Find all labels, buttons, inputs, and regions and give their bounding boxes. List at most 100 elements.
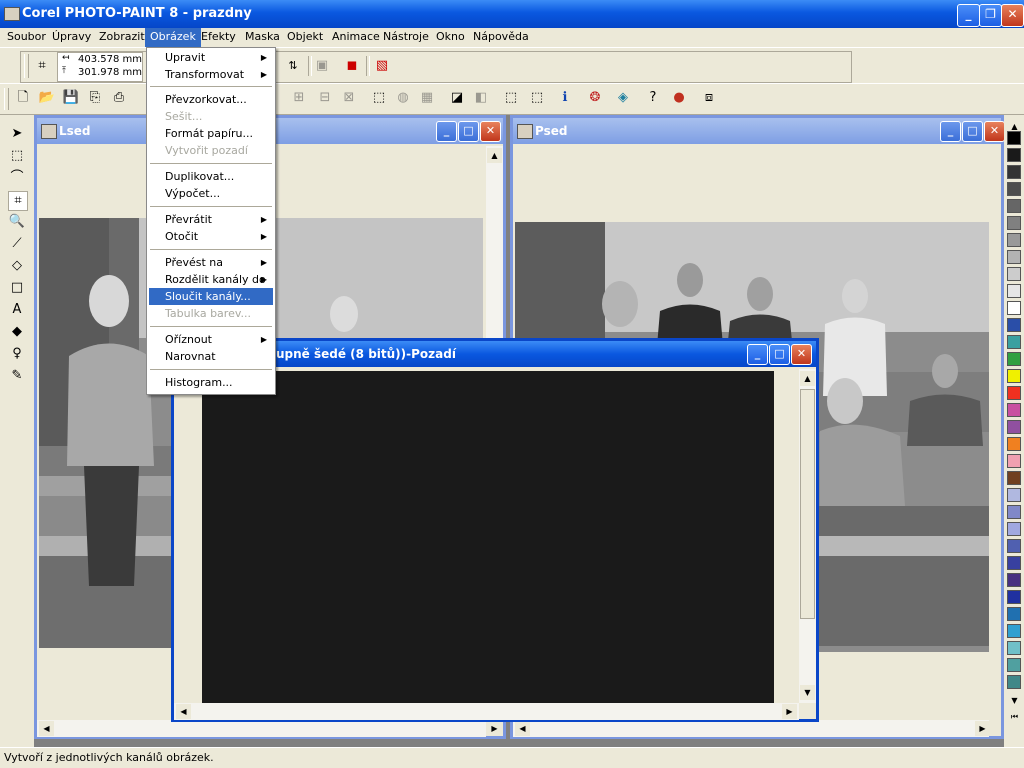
active-vscroll-thumb[interactable] [800, 389, 815, 619]
combine-icon[interactable]: ⊠ [340, 89, 358, 107]
menu-objekt[interactable]: Objekt [282, 28, 328, 47]
text-icon[interactable]: A [8, 301, 26, 319]
active-hscroll[interactable]: ◀ ▶ [174, 703, 799, 720]
swatch-orange[interactable] [1007, 437, 1021, 451]
menu-item-transformovat[interactable]: Transformovat ▶ [149, 66, 273, 83]
swatch-gray-60[interactable] [1007, 199, 1021, 213]
swatch-indigo[interactable] [1007, 539, 1021, 553]
active-maximize-button[interactable]: □ [769, 344, 790, 365]
swatch-blue[interactable] [1007, 318, 1021, 332]
menu-okno[interactable]: Okno [431, 28, 470, 47]
restore-button[interactable]: ❐ [979, 4, 1002, 27]
show-objects-icon[interactable]: ⬚ [528, 89, 546, 107]
swatch-gray-20[interactable] [1007, 267, 1021, 281]
psed-minimize-button[interactable]: _ [940, 121, 961, 142]
swatch-magenta[interactable] [1007, 403, 1021, 417]
mask-remove-icon[interactable]: ▦ [418, 89, 436, 107]
menu-item-upravit[interactable]: Upravit ▶ [149, 49, 273, 66]
eyedropper-icon[interactable]: ⟋ [8, 235, 26, 253]
new-icon[interactable]: 🗋 [14, 89, 32, 107]
active-close-button[interactable]: ✕ [791, 344, 812, 365]
swatch-sky[interactable] [1007, 624, 1021, 638]
scanner-icon[interactable]: ◈ [614, 89, 632, 107]
lasso-icon[interactable]: ⌒ [8, 169, 26, 187]
menu-efekty[interactable]: Efekty [196, 28, 241, 47]
menu-napoveda[interactable]: Nápověda [468, 28, 534, 47]
menu-item-prevest-na[interactable]: Převést na ▶ [149, 254, 273, 271]
crop-icon[interactable]: ⌗ [33, 57, 51, 75]
pick-icon[interactable]: ➤ [8, 125, 26, 143]
swatch-aqua[interactable] [1007, 641, 1021, 655]
psed-maximize-button[interactable]: □ [962, 121, 983, 142]
swatch-gray-80[interactable] [1007, 165, 1021, 179]
swatch-pink[interactable] [1007, 454, 1021, 468]
menu-upravy[interactable]: Úpravy [47, 28, 96, 47]
swatch-black[interactable] [1007, 131, 1021, 145]
rect-mask-icon[interactable]: ⬚ [8, 147, 26, 165]
swatch-teal[interactable] [1007, 335, 1021, 349]
menu-nastroje[interactable]: Nástroje [378, 28, 434, 47]
active-canvas-area[interactable] [176, 369, 798, 703]
palette-end-icon[interactable]: ⏮ [1007, 709, 1022, 724]
fullscreen-icon[interactable]: ⧈ [700, 89, 718, 107]
swatch-red[interactable] [1007, 386, 1021, 400]
swatch-steel-blue[interactable] [1007, 607, 1021, 621]
swatch-light-blue[interactable] [1007, 522, 1021, 536]
lsed-hscroll[interactable]: ◀ ▶ [37, 720, 502, 737]
help-icon[interactable]: ? [644, 89, 662, 107]
active-vscroll[interactable]: ▲ ▼ [799, 369, 816, 703]
swatch-gray-50[interactable] [1007, 216, 1021, 230]
print-icon[interactable]: ⎙ [110, 89, 128, 107]
align-icon[interactable]: ⇅ [284, 57, 302, 75]
open-icon[interactable]: 📂 [38, 89, 56, 107]
close-button[interactable]: ✕ [1001, 4, 1024, 27]
menu-item-duplikovat[interactable]: Duplikovat... [149, 168, 273, 185]
active-minimize-button[interactable]: _ [747, 344, 768, 365]
zoom-icon[interactable]: 🔍 [8, 213, 26, 231]
swatch-sea[interactable] [1007, 658, 1021, 672]
lsed-maximize-button[interactable]: □ [458, 121, 479, 142]
mask-invert-icon[interactable]: ◍ [394, 89, 412, 107]
minimize-button[interactable]: _ [957, 4, 980, 27]
crop-tool-icon[interactable]: ⌗ [8, 191, 28, 211]
menu-item-prevratit[interactable]: Převrátit ▶ [149, 211, 273, 228]
psed-titlebar[interactable]: Psed _ □ ✕ [513, 118, 1005, 144]
mask-rect-icon[interactable]: ⬚ [370, 89, 388, 107]
palette-down-arrow[interactable]: ▼ [1007, 693, 1022, 708]
info-icon[interactable]: ℹ [556, 89, 574, 107]
swatch-brown[interactable] [1007, 471, 1021, 485]
menu-obrazek[interactable]: Obrázek [145, 28, 201, 47]
save-all-icon[interactable]: ⎘ [86, 89, 104, 107]
swatch-gray-10[interactable] [1007, 284, 1021, 298]
window-active-channel[interactable]: upně šedé (8 bitů))-Pozadí _ □ ✕ ▲ ▼ ◀ ▶ [171, 338, 819, 722]
menu-item-histogram[interactable]: Histogram... [149, 374, 273, 391]
brush-icon[interactable]: ♀ [8, 345, 26, 363]
clone-icon[interactable]: ✎ [8, 367, 26, 385]
swatch-yellow[interactable] [1007, 369, 1021, 383]
swatch-gray-90[interactable] [1007, 148, 1021, 162]
menu-item-narovnat[interactable]: Narovnat [149, 348, 273, 365]
menu-item-rozdelit-kanaly[interactable]: Rozdělit kanály do ▶ [149, 271, 273, 288]
psed-close-button[interactable]: ✕ [984, 121, 1005, 142]
apple-icon[interactable]: ● [670, 89, 688, 107]
swatch-gray-30[interactable] [1007, 250, 1021, 264]
swatch-dark-teal[interactable] [1007, 675, 1021, 689]
menu-item-otocit[interactable]: Otočit ▶ [149, 228, 273, 245]
mask-marquee-icon[interactable]: ◧ [472, 89, 490, 107]
psed-hscroll[interactable]: ◀ ▶ [513, 720, 990, 737]
swatch-white[interactable] [1007, 301, 1021, 315]
corel-icon[interactable]: ❂ [586, 89, 604, 107]
width-field[interactable]: 403.578 mm [78, 54, 142, 65]
rectangle-icon[interactable]: □ [8, 279, 26, 297]
menu-item-oriznout[interactable]: Oříznout ▶ [149, 331, 273, 348]
save-icon[interactable]: 💾 [62, 89, 80, 107]
swatch-periwinkle[interactable] [1007, 505, 1021, 519]
swatch-gray-40[interactable] [1007, 233, 1021, 247]
mask-overlay-icon[interactable]: ◪ [448, 89, 466, 107]
swatch-purple[interactable] [1007, 420, 1021, 434]
menu-animace[interactable]: Animace [327, 28, 385, 47]
show-mask-icon[interactable]: ⬚ [502, 89, 520, 107]
height-field[interactable]: 301.978 mm [78, 67, 142, 78]
grid-icon[interactable]: ▣ [313, 57, 331, 75]
swatch-violet[interactable] [1007, 573, 1021, 587]
